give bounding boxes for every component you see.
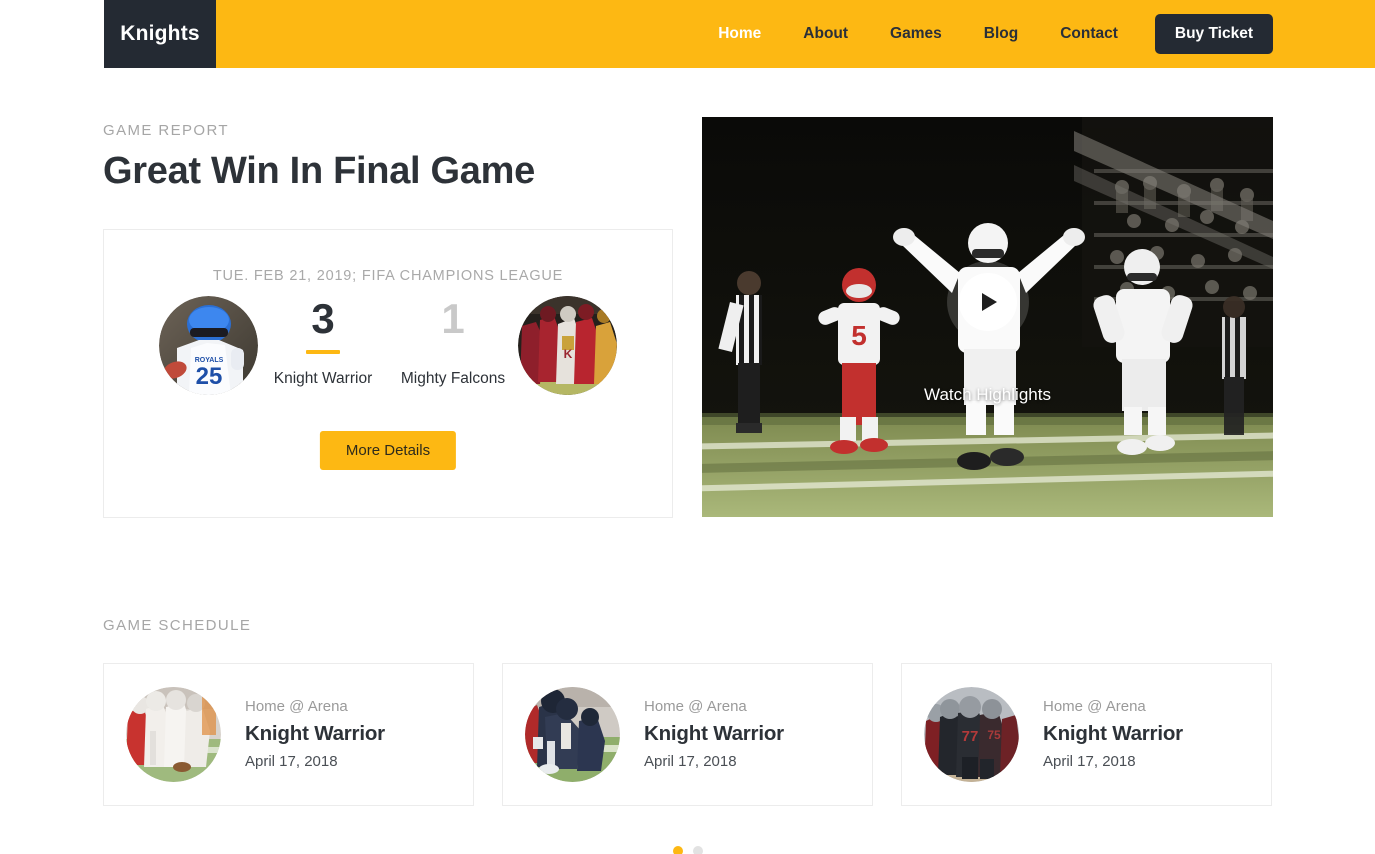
away-score: 1 <box>441 295 465 342</box>
away-team-name: Mighty Falcons <box>400 370 506 387</box>
schedule-card-body: Home @ Arena Knight Warrior April 17, 20… <box>620 696 784 774</box>
schedule-card-team: Knight Warrior <box>245 721 385 745</box>
schedule-card-avatar <box>126 687 221 782</box>
schedule-card-venue: Home @ Arena <box>245 697 348 715</box>
play-triangle-icon <box>982 293 997 311</box>
nav-item-contact[interactable]: Contact <box>1039 0 1139 68</box>
svg-text:ROYALS: ROYALS <box>195 357 224 364</box>
main-navigation: Home About Games Blog Contact Buy Ticket <box>216 0 1375 68</box>
page-root: Knights Home About Games Blog Contact Bu… <box>0 0 1375 854</box>
schedule-card-body: Home @ Arena Knight Warrior April 17, 20… <box>1019 696 1183 774</box>
carousel-dot-2[interactable] <box>692 846 703 854</box>
schedule-card-team: Knight Warrior <box>644 721 784 745</box>
schedule-card[interactable]: 77 75 Home @ Arena Knight Warrior April <box>901 663 1272 806</box>
schedule-card[interactable]: Home @ Arena Knight Warrior April 17, 20… <box>103 663 474 806</box>
home-score: 3 <box>311 295 335 342</box>
svg-text:5: 5 <box>851 320 867 351</box>
home-team-name: Knight Warrior <box>273 370 373 387</box>
nav-item-blog[interactable]: Blog <box>963 0 1039 68</box>
schedule-card-body: Home @ Arena Knight Warrior April 17, 20… <box>221 696 385 774</box>
home-score-column: 3 Knight Warrior <box>258 288 388 388</box>
site-header: Knights Home About Games Blog Contact Bu… <box>104 0 1375 68</box>
match-meta-text: TUE. FEB 21, 2019; FIFA CHAMPIONS LEAGUE <box>212 268 564 284</box>
more-details-button[interactable]: More Details <box>319 431 457 470</box>
schedule-card-avatar <box>525 687 620 782</box>
carousel-dot-1[interactable] <box>672 846 683 854</box>
play-icon[interactable] <box>958 273 1017 331</box>
game-report-eyebrow: GAME REPORT <box>103 122 229 139</box>
schedule-card-date: April 17, 2018 <box>245 752 338 770</box>
schedule-card-date: April 17, 2018 <box>1043 752 1136 770</box>
schedule-card-list: Home @ Arena Knight Warrior April 17, 20… <box>103 663 1273 806</box>
schedule-card-date: April 17, 2018 <box>644 752 737 770</box>
highlights-video[interactable]: 5 3 <box>702 117 1273 517</box>
page-title: Great Win In Final Game <box>103 150 535 192</box>
svg-text:K: K <box>564 347 573 361</box>
schedule-card-team: Knight Warrior <box>1043 721 1183 745</box>
schedule-card-venue: Home @ Arena <box>644 697 747 715</box>
svg-text:25: 25 <box>196 363 223 390</box>
game-schedule-eyebrow: GAME SCHEDULE <box>103 617 252 634</box>
schedule-card-venue: Home @ Arena <box>1043 697 1146 715</box>
carousel-pagination <box>0 846 1375 854</box>
brand-logo[interactable]: Knights <box>104 0 216 68</box>
buy-ticket-button[interactable]: Buy Ticket <box>1154 14 1273 54</box>
nav-item-about[interactable]: About <box>782 0 869 68</box>
svg-text:77: 77 <box>962 728 979 745</box>
nav-item-home[interactable]: Home <box>697 0 782 68</box>
nav-item-games[interactable]: Games <box>869 0 963 68</box>
svg-text:75: 75 <box>987 728 1001 742</box>
winner-underline <box>306 350 340 354</box>
match-score-card: TUE. FEB 21, 2019; FIFA CHAMPIONS LEAGUE <box>103 229 673 518</box>
away-score-column: 1 Mighty Falcons <box>388 288 518 388</box>
schedule-card-avatar: 77 75 <box>924 687 1019 782</box>
home-team-avatar: 25 ROYALS <box>159 296 258 395</box>
away-team-avatar: K <box>518 296 617 395</box>
brand-name: Knights <box>120 22 200 45</box>
teams-row: 25 ROYALS 3 Knight Warrior 1 Mighty Falc… <box>104 288 672 418</box>
schedule-card[interactable]: Home @ Arena Knight Warrior April 17, 20… <box>502 663 873 806</box>
